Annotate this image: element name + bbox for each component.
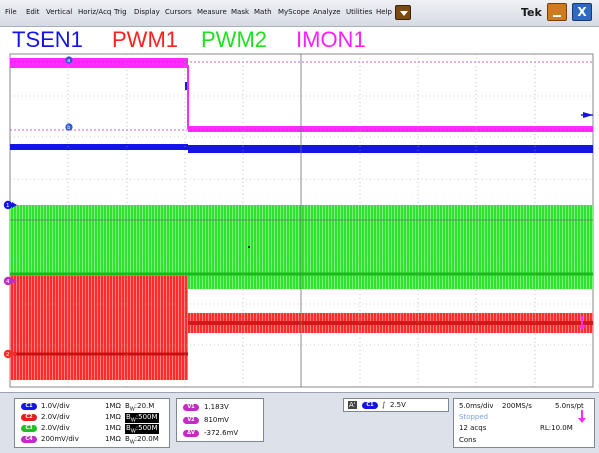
graticule: 1 4 2 a b bbox=[3, 53, 594, 388]
menu-measure[interactable]: Measure bbox=[197, 8, 227, 16]
ch4-tag[interactable]: C4 bbox=[21, 436, 37, 443]
ch1-scale: 1.0V/div bbox=[41, 402, 70, 410]
acquisition-mode: Cons bbox=[459, 436, 477, 444]
ch4-impedance: 1MΩ bbox=[105, 435, 121, 443]
menu-dropdown-button[interactable] bbox=[395, 5, 411, 20]
graticule-center-dot bbox=[248, 246, 250, 248]
ch1-marker-label: 1 bbox=[6, 203, 10, 209]
cursor-readout-box[interactable]: V1 1.183V V2 810mV ΔV -372.6mV bbox=[176, 398, 264, 442]
ch4-scale: 200mV/div bbox=[41, 435, 79, 443]
menu-math[interactable]: Math bbox=[254, 8, 272, 16]
acquisition-status: Stopped bbox=[459, 413, 489, 421]
record-length: RL:10.0M bbox=[540, 424, 573, 432]
ch1-trace-after bbox=[188, 145, 593, 153]
close-button[interactable]: X bbox=[572, 3, 592, 21]
ch4-title: IMON1 bbox=[296, 27, 366, 52]
cursor-v2-value: 810mV bbox=[204, 416, 229, 424]
menu-display[interactable]: Display bbox=[134, 8, 160, 16]
trigger-type-tag: A' bbox=[348, 401, 357, 409]
trigger-source-tag: C1 bbox=[362, 402, 378, 409]
ch1-impedance: 1MΩ bbox=[105, 402, 121, 410]
menu-horiz-acq[interactable]: Horiz/Acq bbox=[78, 8, 111, 16]
ch2-tag[interactable]: C2 bbox=[21, 414, 37, 421]
menu-cursors[interactable]: Cursors bbox=[165, 8, 192, 16]
minimize-button[interactable] bbox=[547, 3, 567, 21]
timebase: 5.0ms/div bbox=[459, 402, 494, 410]
cursor-a-label: a bbox=[67, 58, 70, 64]
ch4-trace-low bbox=[188, 126, 593, 132]
ch2-bandwidth: BW:500M bbox=[125, 413, 159, 424]
cursor-delta-value: -372.6mV bbox=[204, 429, 239, 437]
cursor-b-label: b bbox=[67, 125, 70, 131]
ch1-title: TSEN1 bbox=[12, 27, 83, 52]
menu-mask[interactable]: Mask bbox=[231, 8, 249, 16]
ch3-scale: 2.0V/div bbox=[41, 424, 70, 432]
ch4-trace-high bbox=[10, 58, 188, 68]
ch3-tag[interactable]: C3 bbox=[21, 425, 37, 432]
ch1-bandwidth: BW:20.M bbox=[125, 402, 155, 413]
menu-trig[interactable]: Trig bbox=[114, 8, 127, 16]
menu-help[interactable]: Help bbox=[376, 8, 392, 16]
menu-utilities[interactable]: Utilities bbox=[346, 8, 372, 16]
trigger-slope-icon: ∫ bbox=[382, 401, 386, 409]
ch2-scale: 2.0V/div bbox=[41, 413, 70, 421]
cursor-v1-value: 1.183V bbox=[204, 403, 229, 411]
time-per-point: 5.0ns/pt bbox=[555, 402, 584, 410]
ch4-marker-label: 4 bbox=[6, 279, 10, 285]
ch3-impedance: 1MΩ bbox=[105, 424, 121, 432]
sample-rate: 200MS/s bbox=[502, 402, 532, 410]
waveform-display[interactable]: 1 4 2 a b TSEN1 PWM1 PWM2 IMON1 bbox=[0, 27, 599, 392]
menu-bar: File Edit Vertical Horiz/Acq Trig Displa… bbox=[0, 0, 599, 27]
status-panel: C1 1.0V/div 1MΩ BW:20.M C2 2.0V/div 1MΩ … bbox=[0, 392, 599, 453]
ch2-marker-label: 2 bbox=[6, 352, 10, 358]
menu-analyze[interactable]: Analyze bbox=[313, 8, 341, 16]
ch1-tag[interactable]: C1 bbox=[21, 403, 37, 410]
menu-file[interactable]: File bbox=[5, 8, 17, 16]
menu-edit[interactable]: Edit bbox=[26, 8, 40, 16]
ch1-trace-before bbox=[10, 144, 188, 150]
cursor-delta-tag: ΔV bbox=[183, 430, 199, 437]
ch2-title: PWM1 bbox=[112, 27, 178, 52]
cursor-v1-tag: V1 bbox=[183, 404, 199, 411]
ch3-title: PWM2 bbox=[201, 27, 267, 52]
brand-logo: Tek bbox=[521, 6, 542, 19]
cursor-v2-tag: V2 bbox=[183, 417, 199, 424]
ch4-bandwidth: BW:20.0M bbox=[125, 435, 159, 446]
menu-myscope[interactable]: MyScope bbox=[278, 8, 310, 16]
ch3-bandwidth: BW:500M bbox=[125, 424, 159, 435]
acquisition-count: 12 acqs bbox=[459, 424, 487, 432]
trigger-box[interactable]: A' C1 ∫ 2.5V bbox=[343, 398, 449, 412]
channel-settings-box[interactable]: C1 1.0V/div 1MΩ BW:20.M C2 2.0V/div 1MΩ … bbox=[14, 398, 170, 448]
acquisition-box[interactable]: 5.0ms/div 200MS/s 5.0ns/pt Stopped 12 ac… bbox=[453, 398, 595, 448]
menu-vertical[interactable]: Vertical bbox=[46, 8, 72, 16]
ch2-impedance: 1MΩ bbox=[105, 413, 121, 421]
trigger-level: 2.5V bbox=[390, 401, 406, 409]
ch2-trace-burst bbox=[10, 276, 188, 380]
